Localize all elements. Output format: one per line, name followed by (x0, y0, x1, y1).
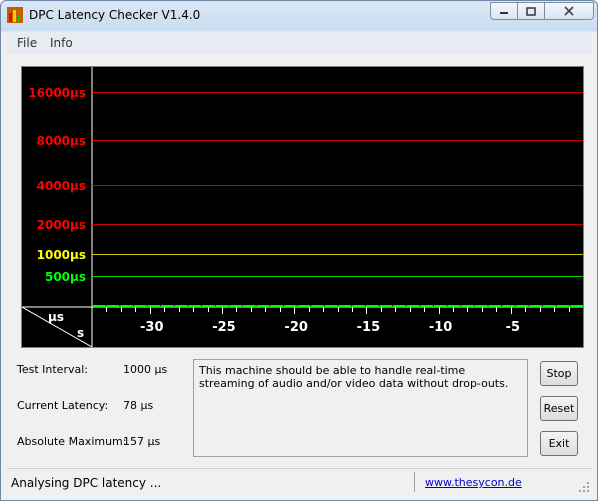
current-latency-label: Current Latency: (17, 399, 109, 412)
x-tick-label: -30 (140, 320, 164, 335)
latency-bar (188, 305, 202, 307)
latency-bar (447, 305, 461, 307)
app-bars-icon (7, 7, 23, 23)
latency-bar (556, 305, 570, 307)
latency-bar (529, 305, 543, 307)
latency-bar (461, 305, 474, 307)
title-bar[interactable]: DPC Latency Checker V1.4.0 (1, 1, 597, 31)
latency-bar (270, 305, 283, 307)
y-tick-label: 1000µs (37, 248, 86, 262)
latency-bar (338, 305, 352, 307)
latency-bar (229, 305, 243, 307)
latency-bar (283, 305, 297, 307)
latency-bar (202, 305, 215, 307)
latency-bar (379, 305, 393, 307)
latency-bar (515, 305, 529, 307)
latency-bar (147, 305, 161, 307)
latency-bar (174, 305, 188, 307)
y-tick-label: 500µs (45, 270, 86, 284)
latency-bar (474, 305, 488, 307)
stop-button[interactable]: Stop (540, 361, 578, 386)
result-message: This machine should be able to handle re… (193, 359, 528, 457)
latency-graph: µs s 16000µs 8000µs 4000µs 2000µs 1000µs 500µ… (21, 66, 584, 348)
y-tick-label: 2000µs (37, 218, 86, 232)
latency-bar (106, 305, 120, 307)
test-interval-value: 1000 µs (123, 363, 168, 376)
y-tick-label: 4000µs (37, 179, 86, 193)
latency-bar (161, 305, 174, 307)
resize-grip-icon[interactable] (578, 481, 590, 493)
latency-bar (393, 305, 406, 307)
current-latency-value: 78 µs (123, 399, 154, 412)
latency-bar (352, 305, 365, 307)
absolute-maximum-value: 157 µs (123, 435, 161, 448)
menu-info[interactable]: Info (50, 36, 73, 50)
menu-file[interactable]: File (17, 36, 37, 50)
y-unit-label: µs (48, 310, 64, 324)
latency-bar (433, 305, 447, 307)
latency-bar (93, 305, 106, 307)
latency-bar (256, 305, 270, 307)
latency-bar (502, 305, 515, 307)
latency-bar (570, 305, 583, 307)
latency-bar (311, 305, 324, 307)
latency-bar (297, 305, 311, 307)
latency-bar (420, 305, 433, 307)
latency-bar (120, 305, 133, 307)
close-button[interactable] (544, 2, 594, 20)
latency-bar (324, 305, 338, 307)
latency-bar (406, 305, 420, 307)
latency-chart: µs s 16000µs 8000µs 4000µs 2000µs 1000µs 500µ… (21, 67, 583, 348)
y-tick-label: 16000µs (28, 86, 86, 100)
window-title: DPC Latency Checker V1.4.0 (29, 8, 201, 22)
absolute-maximum-label: Absolute Maximum: (17, 435, 127, 448)
x-tick-label: -10 (429, 320, 453, 335)
x-tick-label: -15 (357, 320, 381, 335)
website-link[interactable]: www.thesycon.de (425, 476, 522, 489)
test-interval-label: Test Interval: (17, 363, 88, 376)
x-unit-label: s (77, 326, 84, 340)
minimize-button[interactable] (490, 2, 518, 20)
x-tick-label: -25 (212, 320, 236, 335)
reset-button[interactable]: Reset (540, 396, 578, 421)
latency-bar (488, 305, 502, 307)
maximize-button[interactable] (517, 2, 545, 20)
latency-bar (365, 305, 379, 307)
latency-bar (133, 305, 147, 307)
menu-bar: File Info (7, 32, 592, 54)
close-icon (564, 6, 574, 16)
latency-bar (543, 305, 556, 307)
status-text: Analysing DPC latency ... (11, 476, 162, 490)
client-area: µs s 16000µs 8000µs 4000µs 2000µs 1000µs 500µ… (7, 54, 592, 467)
app-window: DPC Latency Checker V1.4.0 File Info µs … (0, 0, 598, 501)
y-tick-label: 8000µs (37, 134, 86, 148)
x-tick-label: -20 (284, 320, 308, 335)
status-bar: Analysing DPC latency ... www.thesycon.d… (7, 468, 592, 497)
x-tick-label: -5 (506, 320, 520, 335)
status-separator (414, 472, 415, 492)
maximize-icon (526, 6, 536, 16)
latency-bar (243, 305, 256, 307)
minimize-icon (500, 12, 508, 14)
latency-bar (215, 305, 229, 307)
exit-button[interactable]: Exit (540, 431, 578, 456)
